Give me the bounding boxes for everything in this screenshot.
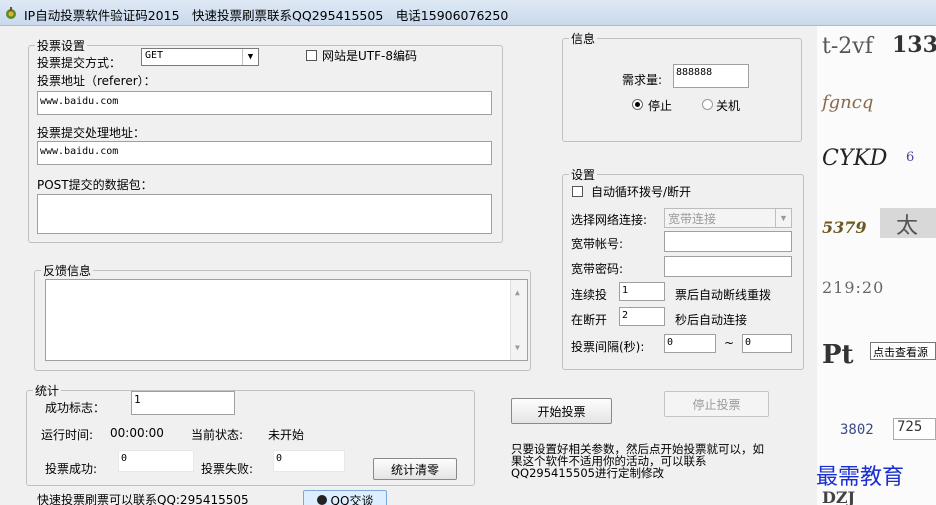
interval-separator: ~ [724, 336, 735, 350]
runtime-label: 运行时间: [41, 428, 94, 442]
post-textarea[interactable] [37, 194, 492, 234]
captcha-bottom-right: 725 [893, 418, 936, 440]
captcha-tooltip: 点击查看源 [870, 342, 936, 360]
success-count-value: 0 [118, 450, 194, 472]
referer-input[interactable]: www.baidu.com [37, 91, 492, 115]
captcha-8: 219:20 [822, 278, 885, 297]
demand-label: 需求量: [622, 73, 663, 87]
reconnect-input[interactable]: 2 [619, 307, 665, 326]
network-select[interactable]: 宽带连接 ▼ [664, 208, 792, 228]
captcha-3: fgncq [822, 92, 874, 113]
chevron-down-icon[interactable]: ▼ [242, 49, 258, 65]
success-flag-label: 成功标志： [45, 401, 106, 415]
qq-chat-button[interactable]: QQ交谈 [303, 490, 387, 505]
submit-method-label: 投票提交方式： [37, 56, 122, 70]
utf8-label: 网站是UTF-8编码 [322, 49, 417, 63]
captcha-6: 5379 [822, 218, 867, 237]
window-title: IP自动投票软件验证码2015 快速投票刷票联系QQ295415505 电话15… [24, 8, 509, 23]
handler-input[interactable]: www.baidu.com [37, 141, 492, 165]
demand-input[interactable]: 888888 [673, 64, 749, 88]
continuous-input[interactable]: 1 [619, 282, 665, 301]
feedback-scrollbar[interactable]: ▲ ▼ [510, 280, 527, 360]
fail-count-label: 投票失败: [201, 462, 254, 476]
captcha-7: 太 [880, 208, 936, 239]
footer-contact: 快速投票刷票可以联系QQ:295415505 [37, 493, 249, 505]
auto-dial-label: 自动循环拨号/断开 [591, 185, 692, 199]
interval-to-input[interactable]: 0 [742, 334, 792, 353]
captcha-2: 133 [892, 32, 936, 58]
shutdown-label: 关机 [716, 99, 741, 113]
continuous-label: 连续投 [571, 288, 608, 302]
post-label: POST提交的数据包： [37, 178, 153, 192]
captcha-4: CYKD [822, 146, 888, 171]
feedback-textarea[interactable]: ▲ ▼ [45, 279, 528, 361]
app-icon [6, 7, 16, 19]
referer-label: 投票地址（referer）： [37, 74, 156, 88]
usage-note: 只要设置好相关参数，然后点开始投票就可以，如果这个软件不适用你的活动，可以联系Q… [511, 442, 764, 480]
settings-legend: 设置 [571, 168, 596, 182]
start-vote-button[interactable]: 开始投票 [511, 398, 612, 424]
auto-dial-checkbox[interactable] [572, 186, 583, 197]
stop-vote-button[interactable]: 停止投票 [664, 391, 769, 417]
success-count-label: 投票成功: [45, 462, 98, 476]
account-label: 宽带帐号: [571, 237, 624, 251]
stop-radio[interactable] [632, 99, 643, 110]
success-flag-input[interactable]: 1 [131, 391, 235, 415]
continuous-suffix: 票后自动断线重拨 [675, 288, 772, 302]
interval-from-input[interactable]: 0 [664, 334, 716, 353]
stats-legend: 统计 [35, 384, 60, 398]
captcha-bottom-left: 3802 [840, 422, 874, 438]
qq-chat-label: QQ交谈 [330, 493, 374, 505]
stop-label: 停止 [648, 99, 673, 113]
status-value: 未开始 [268, 428, 305, 442]
info-legend: 信息 [571, 32, 596, 46]
network-label: 选择网络连接: [571, 213, 648, 227]
captcha-1: t-2vf [822, 34, 873, 59]
shutdown-radio[interactable] [702, 99, 713, 110]
qq-icon [316, 495, 327, 505]
reconnect-suffix: 秒后自动连接 [675, 313, 748, 327]
password-label: 宽带密码: [571, 262, 624, 276]
handler-label: 投票提交处理地址： [37, 126, 146, 140]
status-label: 当前状态: [191, 428, 244, 442]
watermark: 最需教育 [816, 465, 905, 490]
runtime-value: 00:00:00 [110, 426, 164, 440]
password-input[interactable] [664, 256, 792, 277]
network-value: 宽带连接 [668, 212, 717, 226]
interval-label: 投票间隔(秒): [571, 340, 645, 354]
fail-count-value: 0 [273, 450, 345, 472]
account-input[interactable] [664, 231, 792, 252]
scroll-down-icon[interactable]: ▼ [515, 341, 520, 354]
reconnect-label: 在断开 [571, 313, 608, 327]
clear-stats-button[interactable]: 统计清零 [373, 458, 457, 480]
scroll-up-icon[interactable]: ▲ [515, 286, 520, 299]
utf8-checkbox[interactable] [306, 50, 317, 61]
captcha-5: 6 [906, 150, 915, 165]
vote-settings-legend: 投票设置 [37, 39, 86, 53]
chevron-down-icon[interactable]: ▼ [775, 209, 791, 227]
submit-method-value: GET [145, 50, 164, 61]
feedback-legend: 反馈信息 [43, 264, 92, 278]
submit-method-select[interactable]: GET ▼ [141, 48, 259, 66]
captcha-9: Pt [822, 340, 854, 370]
